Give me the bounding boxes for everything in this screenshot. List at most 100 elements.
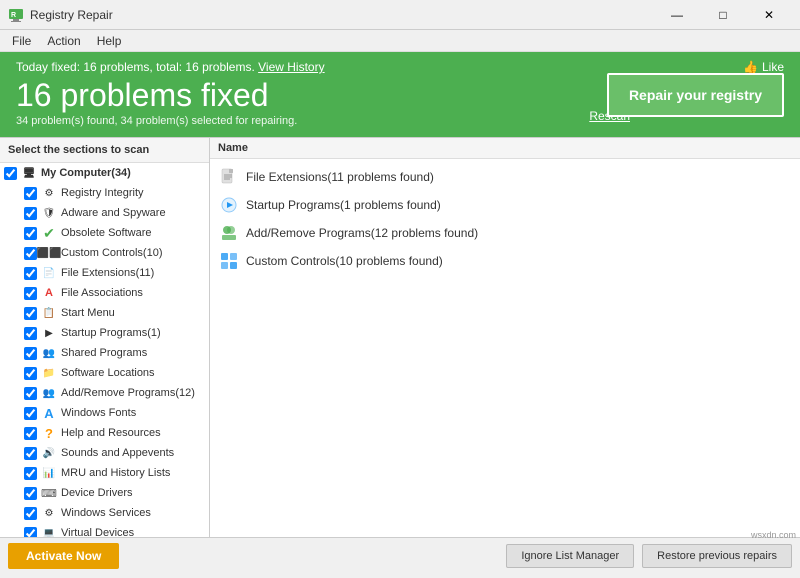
tree-label-startup-progs: Startup Programs(1) (61, 327, 161, 339)
tree-label-registry-integrity: Registry Integrity (61, 187, 144, 199)
tree-item-startup-progs[interactable]: ▶ Startup Programs(1) (0, 323, 209, 343)
view-history-link[interactable]: View History (258, 60, 324, 74)
result-startup-icon (220, 196, 238, 214)
tree-item-virtual-devices[interactable]: 💻 Virtual Devices (0, 523, 209, 537)
result-item-startup[interactable]: Startup Programs(1 problems found) (210, 191, 800, 219)
start-menu-icon: 📋 (41, 305, 57, 321)
tree-item-file-assoc[interactable]: A File Associations (0, 283, 209, 303)
help-icon: ? (41, 425, 57, 441)
tree-label-windows-services: Windows Services (61, 507, 151, 519)
result-file-ext-icon (220, 168, 238, 186)
tree-label-obsolete: Obsolete Software (61, 227, 152, 239)
tree-item-help[interactable]: ? Help and Resources (0, 423, 209, 443)
checkbox-registry-integrity[interactable] (24, 187, 37, 200)
result-item-add-remove[interactable]: Add/Remove Programs(12 problems found) (210, 219, 800, 247)
tree-item-software-loc[interactable]: 📁 Software Locations (0, 363, 209, 383)
checkbox-shared-progs[interactable] (24, 347, 37, 360)
menu-bar: File Action Help (0, 30, 800, 52)
repair-registry-button[interactable]: Repair your registry (607, 73, 784, 117)
checkbox-windows-services[interactable] (24, 507, 37, 520)
checkbox-start-menu[interactable] (24, 307, 37, 320)
result-custom-icon (220, 252, 238, 270)
menu-file[interactable]: File (4, 32, 39, 50)
checkbox-sounds[interactable] (24, 447, 37, 460)
pc-icon: 🖥 (21, 165, 37, 181)
tree-item-sounds[interactable]: 🔊 Sounds and Appevents (0, 443, 209, 463)
tree-item-custom-controls[interactable]: ⬛⬛ Custom Controls(10) (0, 243, 209, 263)
tree-item-mru[interactable]: 📊 MRU and History Lists (0, 463, 209, 483)
tree-item-shared-progs[interactable]: 👥 Shared Programs (0, 343, 209, 363)
checkbox-custom-controls[interactable] (24, 247, 37, 260)
tree-label-adware: Adware and Spyware (61, 207, 166, 219)
checkbox-add-remove[interactable] (24, 387, 37, 400)
tree-label-mru: MRU and History Lists (61, 467, 170, 479)
problems-sub-text: 34 problem(s) found, 34 problem(s) selec… (16, 115, 784, 127)
result-label-startup: Startup Programs(1 problems found) (246, 198, 441, 212)
checkbox-help[interactable] (24, 427, 37, 440)
tree-label-device-drivers: Device Drivers (61, 487, 133, 499)
maximize-button[interactable]: □ (700, 0, 746, 30)
file-assoc-icon: A (41, 285, 57, 301)
checkbox-fonts[interactable] (24, 407, 37, 420)
activate-button[interactable]: Activate Now (8, 543, 119, 569)
tree-item-file-extensions[interactable]: 📄 File Extensions(11) (0, 263, 209, 283)
tree-label-file-extensions: File Extensions(11) (61, 267, 154, 279)
checkbox-mru[interactable] (24, 467, 37, 480)
checkbox-startup-progs[interactable] (24, 327, 37, 340)
device-drivers-icon: ⌨ (41, 485, 57, 501)
today-fixed-text: Today fixed: 16 problems, total: 16 prob… (16, 60, 325, 74)
mru-icon: 📊 (41, 465, 57, 481)
menu-help[interactable]: Help (89, 32, 130, 50)
checkbox-adware[interactable] (24, 207, 37, 220)
minimize-button[interactable]: — (654, 0, 700, 30)
right-panel-header: Name (210, 138, 800, 159)
title-bar: R Registry Repair — □ ✕ (0, 0, 800, 30)
checkbox-software-loc[interactable] (24, 367, 37, 380)
ignore-list-button[interactable]: Ignore List Manager (506, 544, 634, 568)
checkbox-obsolete[interactable] (24, 227, 37, 240)
software-loc-icon: 📁 (41, 365, 57, 381)
tree-item-adware[interactable]: 🛡 Adware and Spyware (0, 203, 209, 223)
tree-item-registry-integrity[interactable]: ⚙ Registry Integrity (0, 183, 209, 203)
add-remove-icon: 👥 (41, 385, 57, 401)
tree-label-file-assoc: File Associations (61, 287, 143, 299)
tree-item-obsolete[interactable]: ✔ Obsolete Software (0, 223, 209, 243)
tree-label-mycomputer: My Computer(34) (41, 167, 131, 179)
obsolete-icon: ✔ (41, 225, 57, 241)
bottom-bar: Activate Now Ignore List Manager Restore… (0, 537, 800, 573)
close-button[interactable]: ✕ (746, 0, 792, 30)
tree-label-start-menu: Start Menu (61, 307, 115, 319)
result-label-custom: Custom Controls(10 problems found) (246, 254, 443, 268)
header-banner: Today fixed: 16 problems, total: 16 prob… (0, 52, 800, 137)
tree-label-help: Help and Resources (61, 427, 161, 439)
file-extensions-icon: 📄 (41, 265, 57, 281)
tree-item-start-menu[interactable]: 📋 Start Menu (0, 303, 209, 323)
checkbox-file-assoc[interactable] (24, 287, 37, 300)
result-item-file-ext[interactable]: File Extensions(11 problems found) (210, 163, 800, 191)
checkbox-device-drivers[interactable] (24, 487, 37, 500)
right-panel: Name File Extensions(11 problems found) (210, 138, 800, 537)
result-item-custom-controls[interactable]: Custom Controls(10 problems found) (210, 247, 800, 275)
tree-item-add-remove[interactable]: 👥 Add/Remove Programs(12) (0, 383, 209, 403)
menu-action[interactable]: Action (39, 32, 88, 50)
checkbox-virtual-devices[interactable] (24, 527, 37, 538)
app-icon: R (8, 7, 24, 23)
checkbox-file-extensions[interactable] (24, 267, 37, 280)
tree-area[interactable]: 🖥 My Computer(34) ⚙ Registry Integrity 🛡… (0, 163, 209, 537)
tree-item-fonts[interactable]: A Windows Fonts (0, 403, 209, 423)
tree-label-fonts: Windows Fonts (61, 407, 136, 419)
sounds-icon: 🔊 (41, 445, 57, 461)
shared-progs-icon: 👥 (41, 345, 57, 361)
tree-label-add-remove: Add/Remove Programs(12) (61, 387, 195, 399)
result-add-remove-icon (220, 224, 238, 242)
tree-label-shared-progs: Shared Programs (61, 347, 147, 359)
tree-label-virtual-devices: Virtual Devices (61, 527, 134, 537)
result-label-file-ext: File Extensions(11 problems found) (246, 170, 434, 184)
tree-item-windows-services[interactable]: ⚙ Windows Services (0, 503, 209, 523)
watermark: wsxdn.com (751, 530, 796, 540)
reg-icon: ⚙ (41, 185, 57, 201)
checkbox-mycomputer[interactable] (4, 167, 17, 180)
restore-repairs-button[interactable]: Restore previous repairs (642, 544, 792, 568)
tree-item-device-drivers[interactable]: ⌨ Device Drivers (0, 483, 209, 503)
tree-item-mycomputer[interactable]: 🖥 My Computer(34) (0, 163, 209, 183)
